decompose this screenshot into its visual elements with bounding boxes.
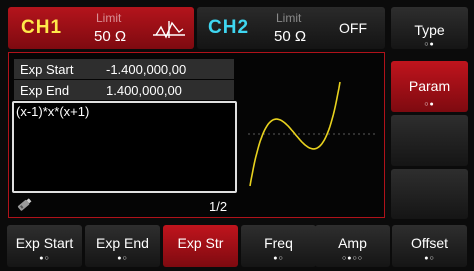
preview-curve: [249, 81, 341, 187]
freq-softkey[interactable]: Freq ●○: [241, 225, 316, 267]
channel2-limit-label: Limit: [276, 11, 302, 25]
channel2-impedance: 50 Ω: [274, 28, 307, 45]
channel2-output-state: OFF: [339, 20, 367, 36]
softkey-label: Offset: [410, 235, 449, 251]
softkey-page-dots: ●○: [424, 255, 435, 262]
softkey-label: Exp End: [96, 235, 149, 251]
softkey-page-dots: ○●: [424, 101, 435, 108]
softkey-page-dots: ○●: [424, 41, 435, 48]
softkey-page-dots: ●○: [273, 255, 284, 262]
exp-str-softkey[interactable]: Exp Str: [163, 225, 238, 267]
amp-softkey[interactable]: Amp ○●○○: [315, 225, 390, 267]
softkey-label: Param: [408, 78, 451, 94]
exp-start-softkey[interactable]: Exp Start ●○: [7, 225, 82, 267]
softkey-label: Exp Str: [177, 235, 224, 251]
page-indicator: 1/2: [209, 199, 228, 214]
softkey-page-dots: ●○: [39, 255, 50, 262]
expression-panel: Exp Start -1.400,000,00 Exp End 1.400,00…: [8, 52, 385, 218]
empty-softkey-4[interactable]: [391, 169, 468, 219]
usb-drive-icon: [17, 198, 32, 211]
exp-end-label: Exp End: [20, 83, 70, 98]
channel2-name: CH2: [208, 17, 250, 38]
arbitrary-wave-icon: [153, 21, 185, 39]
exp-start-row[interactable]: Exp Start -1.400,000,00: [14, 59, 234, 79]
softkey-label: Amp: [338, 235, 367, 251]
type-softkey[interactable]: Type ○●: [391, 7, 468, 49]
channel2-header[interactable]: CH2 Limit 50 Ω OFF: [197, 7, 385, 49]
expression-editor[interactable]: (x-1)*x*(x+1): [12, 101, 237, 193]
exp-end-row[interactable]: Exp End 1.400,000,00: [14, 80, 234, 100]
exp-end-softkey[interactable]: Exp End ●○: [85, 225, 160, 267]
generator-screen: CH1 Limit 50 Ω CH2 Limit 50 Ω OFF Exp St…: [0, 0, 474, 271]
exp-end-value: 1.400,000,00: [106, 83, 182, 98]
waveform-preview: [248, 81, 376, 187]
param-softkey[interactable]: Param ○●: [391, 61, 468, 112]
softkey-label: Type: [414, 22, 445, 38]
softkey-label: Freq: [264, 235, 293, 251]
channel1-limit-label: Limit: [96, 11, 122, 25]
expression-text: (x-1)*x*(x+1): [16, 104, 90, 119]
offset-softkey[interactable]: Offset ●○: [392, 225, 467, 267]
channel1-impedance: 50 Ω: [94, 28, 127, 45]
softkey-page-dots: ●○: [117, 255, 128, 262]
channel1-header[interactable]: CH1 Limit 50 Ω: [8, 7, 194, 49]
softkey-page-dots: ○●○○: [342, 255, 363, 262]
channel1-name: CH1: [21, 17, 63, 38]
softkey-label: Exp Start: [15, 235, 74, 251]
empty-softkey-3[interactable]: [391, 115, 468, 166]
exp-start-value: -1.400,000,00: [106, 62, 187, 77]
exp-start-label: Exp Start: [20, 62, 74, 77]
